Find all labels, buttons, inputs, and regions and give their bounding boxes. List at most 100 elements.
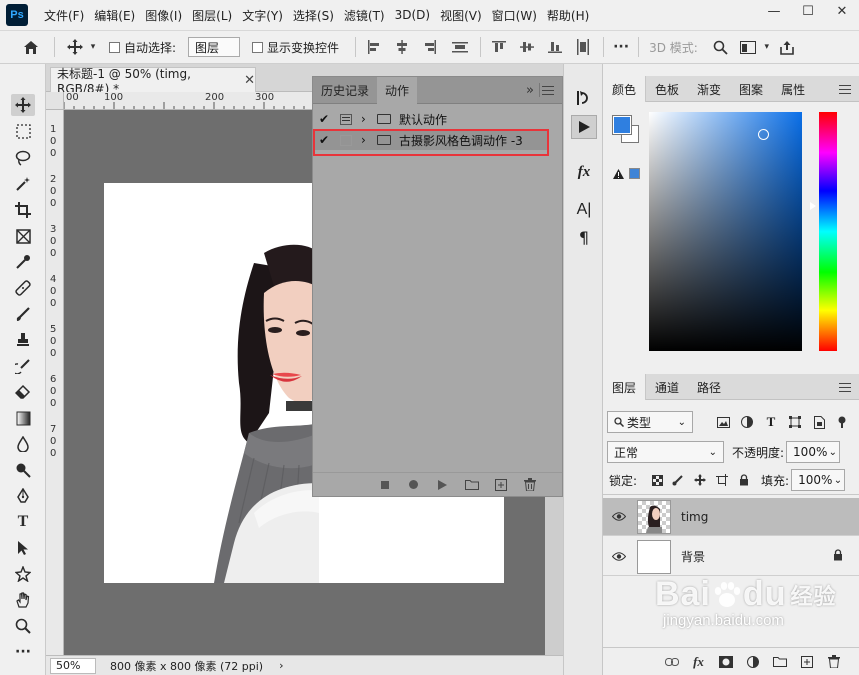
tab-actions[interactable]: 动作 (377, 77, 418, 104)
menu-help[interactable]: 帮助(H) (547, 7, 589, 24)
tab-channels[interactable]: 通道 (646, 374, 688, 400)
new-action-icon[interactable] (486, 478, 515, 491)
eye-icon[interactable] (603, 552, 635, 561)
filter-type-icon[interactable]: T (759, 414, 783, 430)
document-tab[interactable]: 未标题-1 @ 50% (timg, RGB/8#) * ✕ (50, 67, 256, 96)
align-bottom-icon[interactable] (541, 40, 569, 54)
lasso-tool-icon[interactable] (11, 147, 35, 169)
character-panel-icon[interactable]: A| (571, 198, 597, 222)
dodge-tool-icon[interactable] (11, 459, 35, 481)
dialog-toggle-icon[interactable] (340, 113, 352, 125)
collapse-panel-icon[interactable]: » (526, 83, 534, 98)
pen-tool-icon[interactable] (11, 485, 35, 507)
chevron-right-icon[interactable]: › (279, 659, 283, 672)
lock-icon[interactable] (833, 549, 843, 564)
tab-history[interactable]: 历史记录 (313, 77, 377, 104)
type-tool-icon[interactable]: T (11, 511, 35, 533)
menu-file[interactable]: 文件(F) (44, 7, 84, 24)
gradient-tool-icon[interactable] (11, 407, 35, 429)
stop-icon[interactable] (370, 480, 399, 489)
align-center-h-icon[interactable] (388, 40, 416, 54)
menu-view[interactable]: 视图(V) (440, 7, 482, 24)
share-icon[interactable] (774, 40, 800, 55)
fill-field[interactable]: 100% ⌄ (791, 469, 846, 491)
more-options-icon[interactable]: ··· (604, 39, 638, 55)
align-left-icon[interactable] (360, 40, 388, 54)
lock-position-icon[interactable] (689, 474, 711, 486)
add-mask-icon[interactable] (712, 655, 739, 668)
move-tool-preset-icon[interactable] (63, 39, 87, 55)
hue-slider-handle[interactable] (810, 202, 816, 210)
trash-icon[interactable] (515, 478, 544, 491)
filter-shape-icon[interactable] (783, 416, 807, 428)
tab-patterns[interactable]: 图案 (730, 76, 772, 102)
new-group-folder-icon[interactable] (766, 656, 793, 667)
panel-menu-icon[interactable] (839, 383, 851, 393)
distribute-vertical-icon[interactable] (444, 40, 476, 54)
menu-3d[interactable]: 3D(D) (395, 8, 430, 22)
clone-stamp-tool-icon[interactable] (11, 329, 35, 351)
new-set-folder-icon[interactable] (457, 479, 486, 490)
expand-arrow-icon[interactable]: › (361, 112, 369, 126)
paragraph-panel-icon[interactable]: ¶ (571, 225, 597, 249)
panel-menu-icon[interactable] (542, 86, 554, 96)
menu-window[interactable]: 窗口(W) (492, 7, 537, 24)
frame-tool-icon[interactable] (11, 225, 35, 247)
hand-tool-icon[interactable] (11, 589, 35, 611)
tab-properties[interactable]: 属性 (772, 76, 814, 102)
actions-panel-icon[interactable] (571, 115, 597, 139)
zoom-tool-icon[interactable] (11, 615, 35, 637)
close-tab-icon[interactable]: ✕ (244, 73, 255, 88)
magic-wand-tool-icon[interactable] (11, 173, 35, 195)
healing-brush-tool-icon[interactable] (11, 277, 35, 299)
styles-fx-icon[interactable]: fx (571, 160, 597, 184)
blend-mode-dropdown[interactable]: 正常 ⌄ (607, 441, 724, 463)
maximize-button[interactable]: ☐ (791, 0, 825, 22)
close-button[interactable]: ✕ (825, 0, 859, 22)
menu-filter[interactable]: 滤镜(T) (344, 7, 385, 24)
filter-smart-object-icon[interactable] (807, 415, 831, 429)
hue-slider[interactable] (819, 112, 837, 351)
eraser-tool-icon[interactable] (11, 381, 35, 403)
eyedropper-tool-icon[interactable] (11, 251, 35, 273)
auto-select-target-dropdown[interactable]: 图层 (188, 37, 241, 57)
layer-row-background[interactable]: 背景 (603, 538, 859, 576)
menu-image[interactable]: 图像(I) (145, 7, 182, 24)
opacity-field[interactable]: 100% ⌄ (786, 441, 841, 463)
action-set-row[interactable]: ✔ › 默认动作 (313, 109, 562, 129)
ruler-origin[interactable] (46, 92, 64, 110)
minimize-button[interactable]: — (757, 0, 791, 22)
show-transform-checkbox[interactable]: 显示变换控件 (252, 39, 339, 56)
filter-toggle-icon[interactable] (831, 416, 853, 428)
record-icon[interactable] (399, 480, 428, 489)
layer-row-timg[interactable]: timg (603, 498, 859, 536)
link-layers-icon[interactable] (658, 657, 685, 666)
foreground-color-swatch[interactable] (612, 115, 632, 135)
filter-pixel-icon[interactable] (711, 416, 735, 428)
panel-menu-icon[interactable] (839, 85, 851, 95)
gamut-swatch[interactable] (629, 168, 640, 179)
align-right-icon[interactable] (416, 40, 444, 54)
tab-layers[interactable]: 图层 (603, 374, 647, 400)
eye-icon[interactable] (603, 512, 635, 521)
align-middle-v-icon[interactable] (513, 40, 541, 54)
edit-toolbar-icon[interactable]: ··· (11, 641, 35, 663)
zoom-level-field[interactable]: 50% (50, 657, 96, 674)
history-panel-icon[interactable] (571, 86, 597, 110)
crop-tool-icon[interactable] (11, 199, 35, 221)
align-top-icon[interactable] (485, 40, 513, 54)
lock-pixels-icon[interactable] (667, 474, 689, 486)
color-picker-cursor[interactable] (758, 129, 769, 140)
brush-tool-icon[interactable] (11, 303, 35, 325)
filter-adjustment-icon[interactable] (735, 416, 759, 428)
menu-layer[interactable]: 图层(L) (192, 7, 232, 24)
color-picker-field[interactable] (649, 112, 802, 351)
tab-swatches[interactable]: 色板 (646, 76, 688, 102)
menu-type[interactable]: 文字(Y) (242, 7, 283, 24)
menu-select[interactable]: 选择(S) (293, 7, 334, 24)
distribute-horizontal-icon[interactable] (569, 39, 597, 55)
new-layer-icon[interactable] (793, 655, 820, 668)
lock-all-icon[interactable] (733, 474, 755, 486)
adjustment-layer-icon[interactable] (739, 655, 766, 668)
history-brush-tool-icon[interactable] (11, 355, 35, 377)
